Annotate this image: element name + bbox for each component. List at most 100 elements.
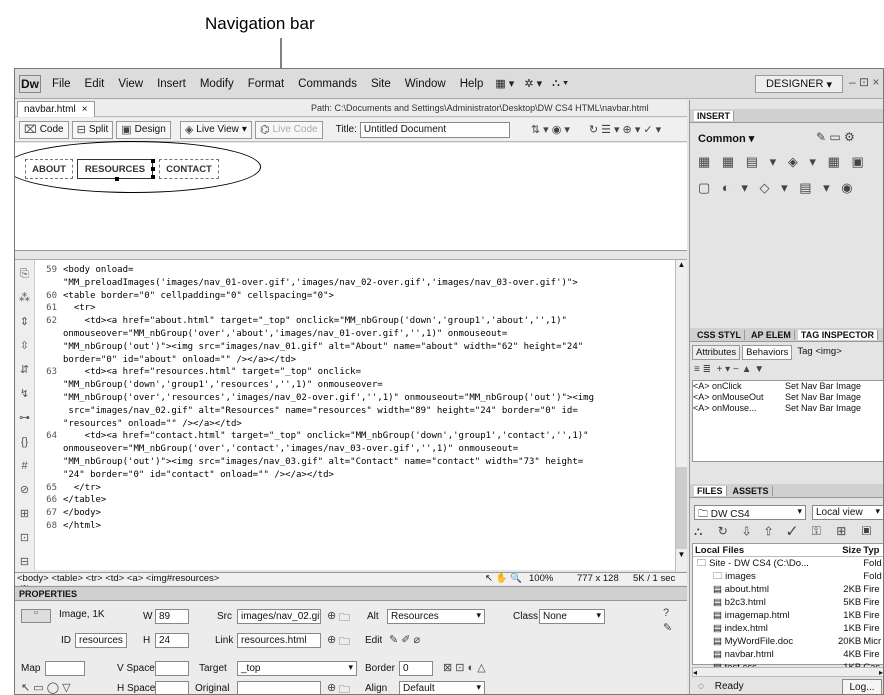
menu-format[interactable]: Format (241, 78, 291, 90)
code-line[interactable]: onmouseover="MM_nbGroup('over','contact'… (63, 444, 693, 456)
file-row[interactable]: ▤ index.html 1KB Fire (693, 622, 883, 635)
tab-assets[interactable]: ASSETS (730, 485, 773, 496)
border-input[interactable]: 0 (399, 661, 433, 676)
behavior-row[interactable]: <A> onMouse... Set Nav Bar Image (693, 403, 883, 414)
insert-panel-title[interactable]: INSERT (690, 109, 883, 123)
menu-edit[interactable]: Edit (78, 78, 112, 90)
target-select[interactable]: _top (237, 661, 357, 676)
refresh-icon[interactable]: ↻ (589, 123, 598, 136)
menu-commands[interactable]: Commands (291, 78, 364, 90)
insert-category-select[interactable]: Common ▾ (698, 132, 754, 145)
code-line[interactable]: </table> (63, 495, 693, 507)
file-row[interactable]: ▤ imagemap.html 1KB Fire (693, 609, 883, 622)
window-controls[interactable]: – ⊡ × (849, 75, 879, 89)
code-line[interactable]: <tr> (63, 303, 693, 315)
live-code-button[interactable]: ⌬ Live Code (254, 120, 323, 139)
file-row[interactable]: ▤ about.html 2KB Fire (693, 583, 883, 596)
height-input[interactable]: 24 (155, 633, 189, 648)
menu-insert[interactable]: Insert (150, 78, 193, 90)
window-size[interactable]: 777 x 128 (577, 573, 619, 584)
tab-tag-inspector[interactable]: TAG INSPECTOR (797, 329, 879, 340)
code-line[interactable]: </body> (63, 508, 693, 520)
menu-modify[interactable]: Modify (193, 78, 241, 90)
col-type[interactable]: Typ (861, 545, 883, 556)
workspace-switcher[interactable]: DESIGNER ▾ (755, 75, 843, 93)
files-hscrollbar[interactable]: ◂ ▸ (692, 667, 883, 677)
point-to-file-icon[interactable]: ⊕ (327, 609, 336, 622)
menu-window[interactable]: Window (398, 78, 453, 90)
hspace-input[interactable] (155, 681, 189, 694)
browse-folder-icon[interactable]: 🗀 (339, 681, 350, 694)
class-select[interactable]: None (539, 609, 605, 624)
menu-help[interactable]: Help (453, 78, 491, 90)
vspace-input[interactable] (155, 661, 189, 676)
alt-select[interactable]: Resources (387, 609, 485, 624)
code-line[interactable]: "24" border="0" id="contact" onload="" /… (63, 470, 693, 482)
extend-dreamweaver-icon[interactable]: ✲ ▾ (519, 77, 547, 90)
view-select[interactable]: Local view (812, 505, 883, 520)
tab-css-styles[interactable]: CSS STYL (694, 329, 746, 340)
behavior-row[interactable]: <A> onMouseOut Set Nav Bar Image (693, 392, 883, 403)
layout-button[interactable]: ▦ ▾ (490, 77, 519, 90)
code-line[interactable]: <td><a href="about.html" target="_top" o… (63, 316, 693, 328)
scroll-down-icon[interactable]: ▼ (676, 550, 687, 559)
title-input[interactable]: Untitled Document (359, 121, 510, 138)
code-line[interactable]: "resources" onload="" /></a></td> (63, 419, 693, 431)
insert-common-icons-row2[interactable]: ▢ ◐ ▾ ◇ ▾ ▤ ▾ ◉ (698, 180, 857, 196)
edit-pencil-icon[interactable]: ✎ ✐ ⌀ (389, 633, 420, 646)
align-select[interactable]: Default (399, 681, 485, 694)
file-row[interactable]: ▤ MyWordFile.doc 20KB Micr (693, 635, 883, 648)
view-options-icon[interactable]: ☰ ▾ (601, 123, 619, 136)
hotspot-tools[interactable]: ↖ ▭ ◯ ▽ (21, 681, 71, 694)
id-input[interactable]: resources (75, 633, 127, 648)
tab-files[interactable]: FILES (694, 485, 727, 496)
tag-selector[interactable]: <body> <table> <tr> <td> <a> <img#resour… (17, 573, 219, 584)
insert-panel-options-icon[interactable]: ✎ ▭ ⚙ (816, 130, 855, 144)
original-input[interactable] (237, 681, 321, 694)
code-line[interactable]: "MM_nbGroup('out')"><img src="images/nav… (63, 342, 693, 354)
file-management-icon[interactable]: ⇅ ▾ (531, 123, 549, 136)
live-view-button[interactable]: ◈ Live View ▾ (179, 120, 252, 139)
code-line[interactable]: src="images/nav_02.gif" alt="Resources" … (63, 406, 693, 418)
code-line[interactable]: "MM_preloadImages('images/nav_01-over.gi… (63, 278, 693, 290)
menu-file[interactable]: File (45, 78, 78, 90)
scroll-up-icon[interactable]: ▲ (676, 260, 687, 272)
validate-icon[interactable]: ✓ ▾ (643, 123, 661, 136)
site-select[interactable]: 🗀 DW CS4 (694, 505, 806, 520)
link-input[interactable]: resources.html (237, 633, 321, 648)
log-button[interactable]: Log... (842, 679, 882, 694)
close-icon[interactable]: × (82, 104, 88, 115)
menu-site[interactable]: Site (364, 78, 398, 90)
code-line[interactable]: "MM_nbGroup('down','group1','resources',… (63, 380, 693, 392)
zoom-level[interactable]: 100% (529, 573, 553, 584)
menu-view[interactable]: View (111, 78, 150, 90)
width-input[interactable]: 89 (155, 609, 189, 624)
behavior-row[interactable]: <A> onClick Set Nav Bar Image (693, 381, 883, 392)
browse-folder-icon[interactable]: 🗀 (339, 633, 350, 652)
image-tools-icon[interactable]: ⊠ ⊡ ◐ △ (443, 661, 486, 674)
quick-tag-editor-icon[interactable]: ✎ (663, 621, 672, 634)
help-icon[interactable]: ? (663, 607, 669, 619)
code-line[interactable]: onmouseover="MM_nbGroup('over','about','… (63, 329, 693, 341)
code-line[interactable]: </tr> (63, 483, 693, 495)
insert-common-icons-row1[interactable]: ▦ ▦ ▤ ▾ ◈ ▾ ▦ ▣ (698, 154, 868, 170)
subtab-behaviors[interactable]: Behaviors (742, 345, 793, 360)
code-scrollbar[interactable]: ▲ ▼ (675, 260, 687, 571)
file-row[interactable]: ▤ b2c3.html 5KB Fire (693, 596, 883, 609)
document-tab[interactable]: navbar.html × (17, 101, 95, 117)
file-row[interactable]: 🗀 images Fold (693, 570, 883, 583)
visual-aids-icon[interactable]: ⊕ ▾ (623, 123, 641, 136)
subtab-attributes[interactable]: Attributes (692, 345, 741, 360)
col-local-files[interactable]: Local Files (693, 545, 832, 556)
code-line[interactable]: </html> (63, 521, 693, 533)
map-input[interactable] (45, 661, 85, 676)
tab-ap-elements[interactable]: AP ELEM (748, 329, 795, 340)
site-icon[interactable]: ⛬ ▾ (547, 77, 573, 90)
behavior-toolbar[interactable]: ≡ ≣ + ▾ − ▲ ▼ (694, 364, 764, 375)
code-line[interactable]: <td><a href="resources.html" target="_to… (63, 367, 693, 379)
col-size[interactable]: Size (832, 545, 861, 556)
code-line[interactable]: "MM_nbGroup('out')"><img src="images/nav… (63, 457, 693, 469)
split-view-button[interactable]: ⊟ Split (71, 120, 114, 139)
code-line[interactable]: <td><a href="contact.html" target="_top"… (63, 431, 693, 443)
point-to-file-icon[interactable]: ⊕ (327, 633, 336, 646)
